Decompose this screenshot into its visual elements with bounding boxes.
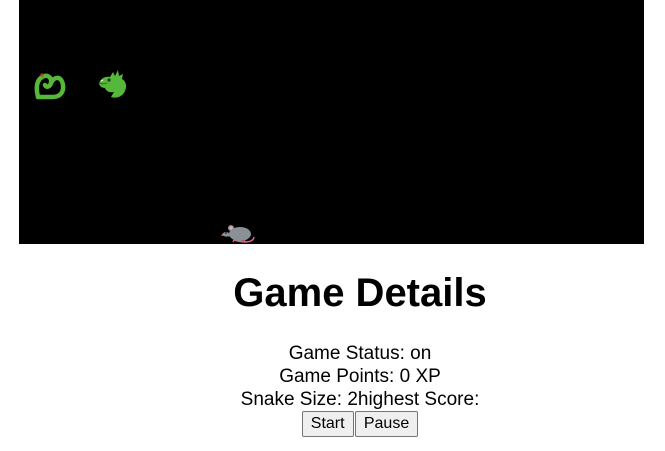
game-points-line: Game Points: 0 XP <box>0 365 665 388</box>
snake-tail-icon <box>34 73 66 100</box>
game-details-panel: Game Details Game Status: on Game Points… <box>0 262 665 437</box>
size-label: Snake Size: <box>240 389 348 410</box>
game-controls: Start Pause <box>0 411 665 437</box>
points-unit: XP <box>410 366 441 387</box>
dragon-head-icon <box>98 70 126 98</box>
status-value: on <box>410 343 432 364</box>
points-value: 0 <box>399 366 411 387</box>
size-value: 2 <box>347 389 358 410</box>
start-button[interactable]: Start <box>301 411 354 437</box>
game-board <box>19 0 644 244</box>
game-status-line: Game Status: on <box>0 342 665 365</box>
game-stats: Game Status: on Game Points: 0 XP Snake … <box>0 342 665 437</box>
snake-size-line: Snake Size: 2highest Score: <box>0 388 665 411</box>
pause-button[interactable]: Pause <box>354 411 419 437</box>
status-label: Game Status: <box>288 343 411 364</box>
details-title: Game Details <box>233 271 487 315</box>
highest-score-label: highest Score: <box>357 389 480 410</box>
points-label: Game Points: <box>279 366 400 387</box>
rat-icon <box>221 225 255 243</box>
